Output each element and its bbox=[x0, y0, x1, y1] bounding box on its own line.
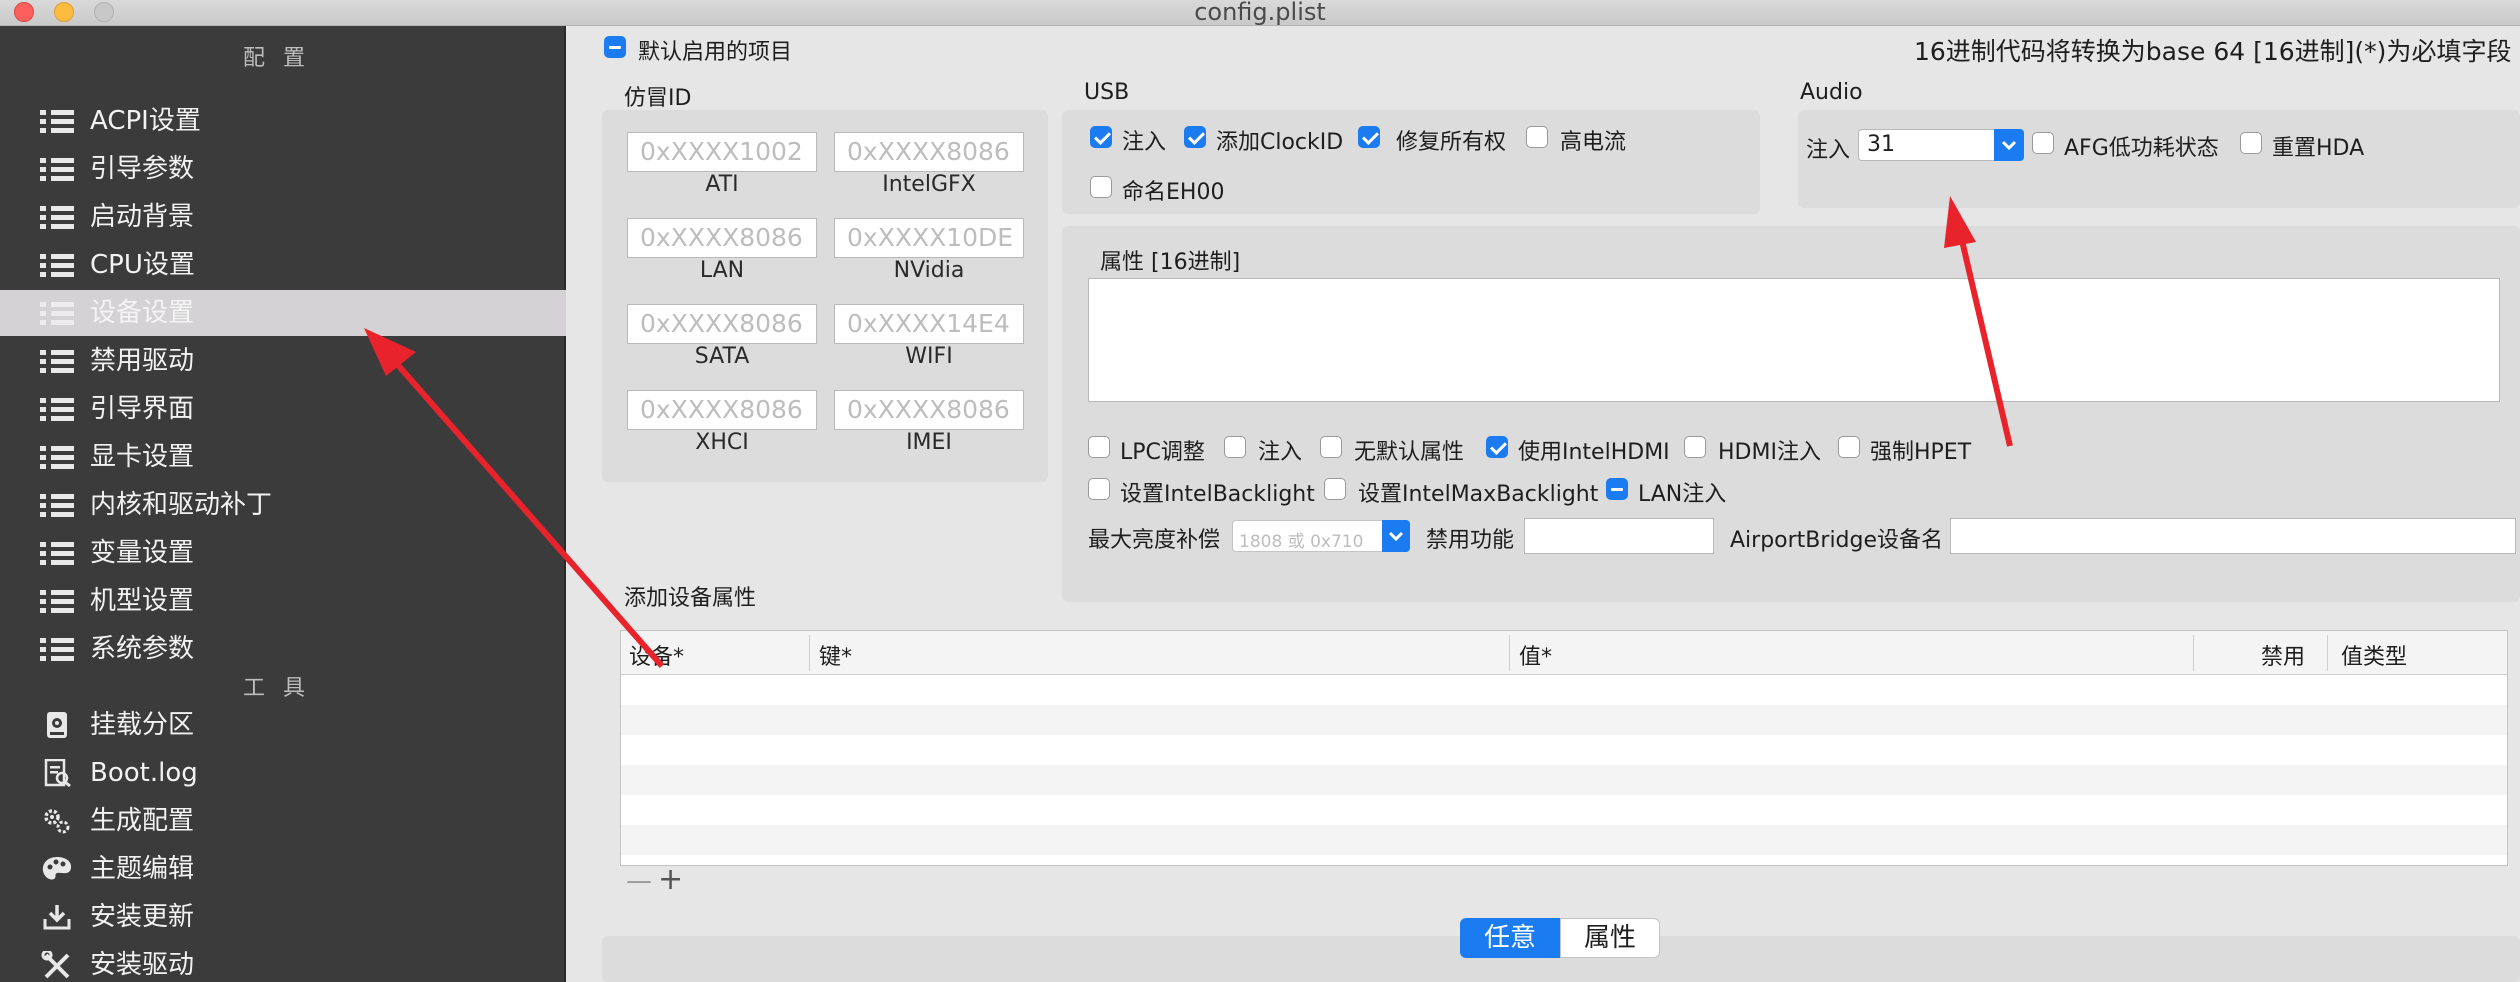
annotation-arrows bbox=[364, 196, 2013, 668]
arrow-to-audio-inject bbox=[1944, 196, 2013, 447]
arrow-to-device-settings bbox=[364, 328, 665, 668]
